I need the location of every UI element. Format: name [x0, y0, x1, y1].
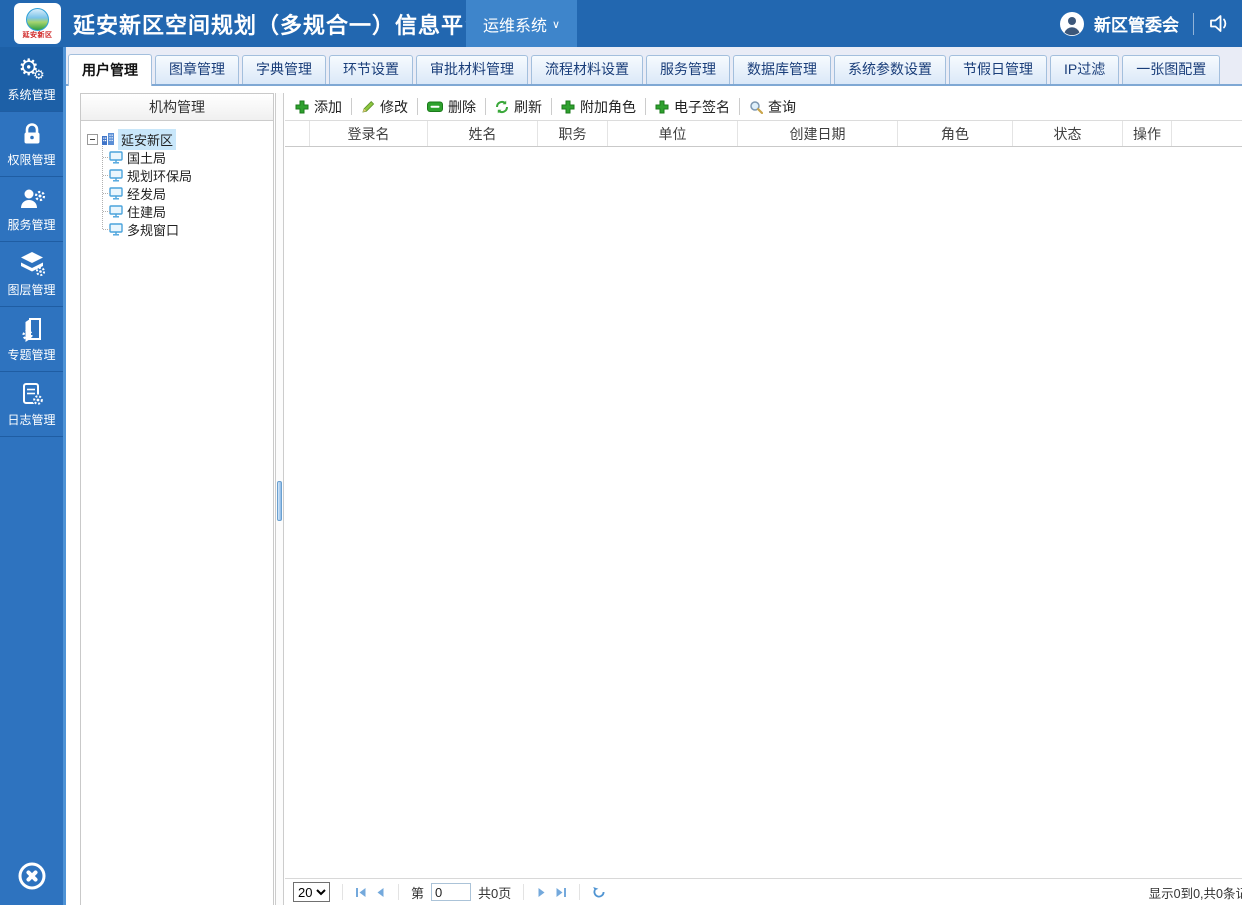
monitor-icon — [109, 204, 123, 218]
tab-user-management[interactable]: 用户管理 — [68, 54, 152, 86]
user-name[interactable]: 新区管委会 — [1094, 11, 1179, 36]
query-button[interactable]: 查询 — [749, 97, 796, 117]
esign-button[interactable]: 电子签名 — [655, 97, 730, 117]
user-avatar-icon — [1059, 11, 1085, 37]
sidebar-item-topic-management[interactable]: 专题管理 — [0, 307, 63, 372]
minus-card-icon — [427, 101, 443, 113]
column-header-filler — [1172, 121, 1242, 146]
empty-table-body — [285, 147, 1242, 878]
layers-icon — [18, 251, 46, 277]
page-size-select[interactable]: 20 — [293, 882, 330, 902]
page-label-prefix: 第 — [411, 885, 425, 901]
panel-splitter — [275, 93, 284, 905]
pagination-bar: 20 第 共0页 显示0到0,共0条记 — [285, 878, 1242, 905]
plus-cross-icon — [561, 100, 575, 114]
tab-system-params[interactable]: 系统参数设置 — [834, 55, 946, 84]
system-menu-button[interactable]: 运维系统 ∨ — [466, 0, 578, 47]
org-tree-panel: 机构管理 延安新区 国土局 规划环保局 经发局 住建局 多规窗口 — [80, 93, 274, 905]
tab-service-management[interactable]: 服务管理 — [646, 55, 730, 84]
add-button[interactable]: 添加 — [295, 97, 342, 117]
building-icon — [101, 132, 115, 146]
refresh-button[interactable]: 刷新 — [495, 97, 542, 117]
tabbar: 用户管理 图章管理 字典管理 环节设置 审批材料管理 流程材料设置 服务管理 数… — [66, 47, 1242, 86]
column-header: 单位 — [608, 121, 738, 146]
attach-role-button[interactable]: 附加角色 — [561, 97, 636, 117]
edit-button[interactable]: 修改 — [361, 97, 408, 117]
refresh-icon — [495, 100, 509, 114]
next-page-button[interactable] — [536, 887, 548, 898]
top-header: 延安新区 延安新区空间规划（多规合一）信息平台 运维系统 ∨ 新区管委会 — [0, 0, 1242, 47]
column-header: 角色 — [898, 121, 1013, 146]
column-header: 创建日期 — [738, 121, 898, 146]
tab-ip-filter[interactable]: IP过滤 — [1050, 55, 1120, 84]
column-header: 职务 — [538, 121, 608, 146]
tree-root-label[interactable]: 延安新区 — [118, 128, 177, 150]
lock-icon — [19, 121, 45, 147]
toolbar: 添加 修改 删除 刷新 附加角色 电子签名 查询 — [285, 93, 1242, 121]
header-divider — [1193, 12, 1194, 35]
tab-onemap-config[interactable]: 一张图配置 — [1122, 55, 1221, 84]
app-logo: 延安新区 — [14, 3, 61, 44]
column-header: 状态 — [1013, 121, 1123, 146]
tree-node[interactable]: 多规窗口 — [99, 220, 267, 238]
tree-node[interactable]: 规划环保局 — [99, 166, 267, 184]
sidebar-item-log-management[interactable]: 日志管理 — [0, 372, 63, 437]
gears-icon: ⚙⚙ — [18, 53, 45, 82]
tree-node[interactable]: 国土局 — [99, 148, 267, 166]
plus-cross-icon — [295, 100, 309, 114]
column-header: 姓名 — [428, 121, 538, 146]
tree-node[interactable]: 经发局 — [99, 184, 267, 202]
user-gear-icon — [18, 186, 46, 212]
reload-icon[interactable] — [592, 885, 606, 899]
app-title: 延安新区空间规划（多规合一）信息平台 — [73, 12, 488, 38]
tab-approval-materials[interactable]: 审批材料管理 — [416, 55, 528, 84]
pagination-summary: 显示0到0,共0条记 — [1148, 886, 1242, 901]
prev-page-button[interactable] — [374, 887, 386, 898]
tab-holiday-management[interactable]: 节假日管理 — [949, 55, 1047, 84]
sidebar-bottom-button[interactable] — [0, 860, 63, 892]
system-menu-label: 运维系统 — [483, 17, 548, 35]
grid-header: 登录名 姓名 职务 单位 创建日期 角色 状态 操作 — [285, 121, 1242, 147]
page-number-input[interactable] — [431, 883, 472, 901]
total-pages-label: 共0页 — [478, 885, 512, 901]
logo-emblem-icon — [26, 7, 49, 31]
checkbox-column-header — [285, 121, 310, 146]
sidebar: ⚙⚙ 系统管理 权限管理 服务管理 图层管理 专题管理 日志管理 — [0, 47, 66, 905]
tab-dictionary-management[interactable]: 字典管理 — [242, 55, 326, 84]
sidebar-item-system-management[interactable]: ⚙⚙ 系统管理 — [0, 47, 63, 112]
plus-cross-icon — [655, 100, 669, 114]
logo-text: 延安新区 — [22, 31, 53, 39]
last-page-button[interactable] — [555, 887, 567, 898]
speaker-icon[interactable] — [1208, 13, 1232, 34]
splitter-handle[interactable] — [277, 481, 282, 521]
first-page-button[interactable] — [355, 887, 367, 898]
tree-node[interactable]: 住建局 — [99, 202, 267, 220]
sidebar-item-permission-management[interactable]: 权限管理 — [0, 112, 63, 177]
sidebar-item-layer-management[interactable]: 图层管理 — [0, 242, 63, 307]
monitor-icon — [109, 186, 123, 200]
panel-gear-icon — [19, 316, 45, 342]
sidebar-item-service-management[interactable]: 服务管理 — [0, 177, 63, 242]
monitor-icon — [109, 168, 123, 182]
column-header: 操作 — [1123, 121, 1172, 146]
log-gear-icon — [19, 381, 45, 407]
monitor-icon — [109, 222, 123, 236]
main-panel: 添加 修改 删除 刷新 附加角色 电子签名 查询 登录名 姓名 职务 单位 创建… — [285, 93, 1242, 905]
tree-collapse-toggle[interactable] — [87, 133, 98, 145]
pencil-icon — [361, 100, 375, 114]
chevron-down-icon: ∨ — [552, 19, 561, 31]
tree-panel-title: 机构管理 — [81, 94, 273, 121]
monitor-icon — [109, 150, 123, 164]
tab-process-materials[interactable]: 流程材料设置 — [531, 55, 643, 84]
delete-button[interactable]: 删除 — [427, 97, 476, 117]
tab-seal-management[interactable]: 图章管理 — [155, 55, 239, 84]
column-header: 登录名 — [310, 121, 428, 146]
tab-database-management[interactable]: 数据库管理 — [733, 55, 831, 84]
tree-root-node[interactable]: 延安新区 — [87, 128, 267, 150]
tab-step-settings[interactable]: 环节设置 — [329, 55, 413, 84]
circle-cross-icon — [16, 860, 48, 892]
search-icon — [749, 100, 763, 114]
